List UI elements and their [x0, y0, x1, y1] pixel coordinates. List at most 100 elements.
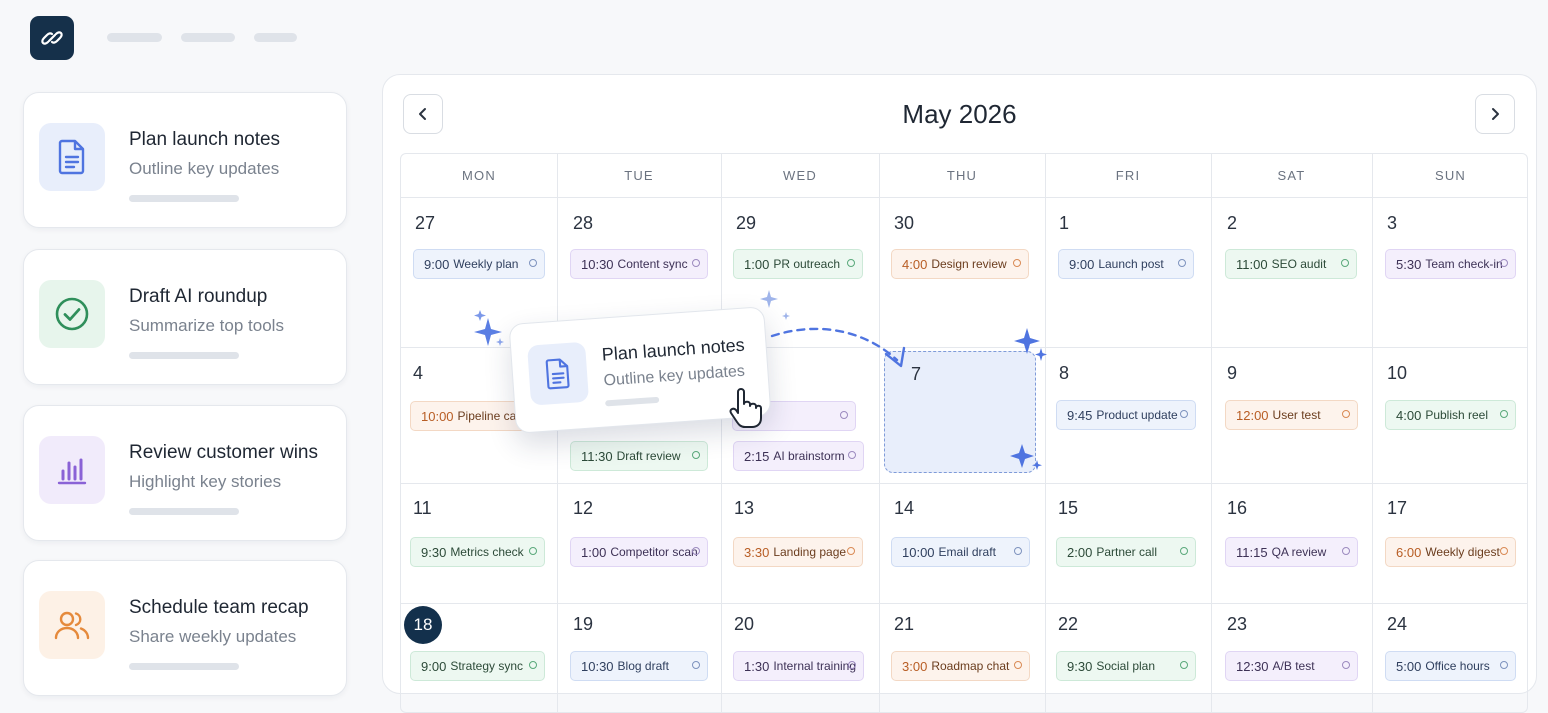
- event-chip[interactable]: 1:00 Competitor scan: [570, 537, 708, 567]
- nav-placeholder-1[interactable]: [107, 33, 162, 42]
- event-time: 10:30: [581, 658, 614, 674]
- dragged-task-card[interactable]: Plan launch notes Outline key updates: [508, 306, 772, 434]
- weekday-header: WED: [783, 168, 817, 183]
- event-chip[interactable]: 2:00 Partner call: [1056, 537, 1196, 567]
- event-title: User test: [1272, 408, 1321, 422]
- event-chip[interactable]: 1:00 PR outreach: [733, 249, 863, 279]
- event-chip[interactable]: 6:00 Weekly digest: [1385, 537, 1516, 567]
- event-chip[interactable]: 2:15 AI brainstorm: [733, 441, 864, 471]
- event-title: Office hours: [1425, 659, 1490, 673]
- event-chip[interactable]: 9:30 Metrics check: [410, 537, 545, 567]
- task-subtitle: Outline key updates: [129, 159, 280, 178]
- check-icon: [1180, 547, 1188, 555]
- event-chip[interactable]: 10:30 Blog draft: [570, 651, 708, 681]
- event-chip[interactable]: 11:00 SEO audit: [1225, 249, 1357, 279]
- document-icon: [1178, 259, 1186, 267]
- task-progress-placeholder: [129, 352, 239, 359]
- event-chip[interactable]: 1:30 Internal training: [733, 651, 864, 681]
- event-title: A/B test: [1272, 659, 1315, 673]
- drag-card-progress-placeholder: [605, 396, 660, 407]
- day-number[interactable]: 20: [734, 614, 754, 635]
- day-number[interactable]: 21: [894, 614, 914, 635]
- day-number[interactable]: 10: [1387, 363, 1407, 384]
- nav-placeholder-3[interactable]: [254, 33, 297, 42]
- nav-placeholder-2[interactable]: [181, 33, 235, 42]
- event-title: Metrics check: [450, 545, 524, 559]
- event-time: 1:30: [744, 658, 770, 674]
- event-chip[interactable]: 3:00 Roadmap chat: [891, 651, 1030, 681]
- day-number[interactable]: 19: [573, 614, 593, 635]
- day-number[interactable]: 12: [573, 498, 593, 519]
- event-chip[interactable]: 9:45 Product update: [1056, 400, 1196, 430]
- event-time: 11:00: [1236, 256, 1268, 272]
- day-number[interactable]: 11: [413, 498, 432, 519]
- event-title: Pipeline call: [457, 409, 522, 423]
- event-time: 6:00: [1396, 544, 1422, 560]
- check-circle-icon: [39, 280, 105, 348]
- day-number[interactable]: 17: [1387, 498, 1407, 519]
- event-chip[interactable]: 9:00 Strategy sync: [410, 651, 545, 681]
- event-title: Product update: [1096, 408, 1178, 422]
- event-chip[interactable]: 9:00 Launch post: [1058, 249, 1194, 279]
- day-number[interactable]: 1: [1059, 213, 1069, 234]
- day-number[interactable]: 27: [415, 213, 435, 234]
- day-number[interactable]: 23: [1227, 614, 1247, 635]
- event-title: Draft review: [616, 449, 681, 463]
- chat-icon: [1342, 547, 1350, 555]
- drag-card-title: Plan launch notes: [601, 334, 746, 365]
- chat-icon: [1014, 547, 1022, 555]
- event-chip[interactable]: 11:30 Draft review: [570, 441, 708, 471]
- day-number[interactable]: 16: [1227, 498, 1247, 519]
- day-number[interactable]: 2: [1227, 213, 1237, 234]
- event-chip[interactable]: 5:00 Office hours: [1385, 651, 1516, 681]
- day-number[interactable]: 30: [894, 213, 914, 234]
- check-icon: [847, 259, 855, 267]
- day-number[interactable]: 13: [734, 498, 754, 519]
- chat-icon: [840, 411, 848, 419]
- event-chip[interactable]: 10:30 Content sync: [570, 249, 708, 279]
- task-progress-placeholder: [129, 508, 239, 515]
- app-logo[interactable]: [30, 16, 74, 60]
- day-number[interactable]: 3: [1387, 213, 1397, 234]
- day-number[interactable]: 15: [1058, 498, 1078, 519]
- event-title: Weekly plan: [453, 257, 519, 271]
- event-time: 12:30: [1236, 658, 1269, 674]
- day-number[interactable]: 22: [1058, 614, 1078, 635]
- task-card-schedule-team-recap[interactable]: Schedule team recap Share weekly updates: [23, 560, 347, 696]
- day-number[interactable]: 8: [1059, 363, 1069, 384]
- event-time: 10:00: [902, 544, 935, 560]
- event-time: 5:30: [1396, 256, 1422, 272]
- task-card-review-customer-wins[interactable]: Review customer wins Highlight key stori…: [23, 405, 347, 541]
- day-number[interactable]: 9: [1227, 363, 1237, 384]
- event-time: 9:00: [1069, 256, 1095, 272]
- day-number[interactable]: 4: [413, 363, 423, 384]
- event-chip[interactable]: 12:00 User test: [1225, 400, 1358, 430]
- event-time: 4:00: [902, 256, 928, 272]
- day-number[interactable]: 28: [573, 213, 593, 234]
- event-title: Strategy sync: [450, 659, 524, 673]
- task-card-draft-ai-roundup[interactable]: Draft AI roundup Summarize top tools: [23, 249, 347, 385]
- event-chip[interactable]: 3:30 Landing page: [733, 537, 863, 567]
- day-number[interactable]: 29: [736, 213, 756, 234]
- event-chip[interactable]: 9:30 Social plan: [1056, 651, 1196, 681]
- day-number[interactable]: 14: [894, 498, 914, 519]
- drop-target-zone[interactable]: [884, 351, 1036, 473]
- today-day-number[interactable]: 18: [404, 606, 442, 644]
- chat-icon: [1180, 410, 1188, 418]
- weekday-header: TUE: [624, 168, 654, 183]
- event-chip[interactable]: 9:00 Weekly plan: [413, 249, 545, 279]
- event-chip[interactable]: 4:00 Design review: [891, 249, 1029, 279]
- task-card-plan-launch-notes[interactable]: Plan launch notes Outline key updates: [23, 92, 347, 228]
- event-chip[interactable]: 10:00 Email draft: [891, 537, 1030, 567]
- event-title: Social plan: [1096, 659, 1156, 673]
- event-chip[interactable]: 4:00 Publish reel: [1385, 400, 1516, 430]
- day-number[interactable]: 24: [1387, 614, 1407, 635]
- event-chip[interactable]: 5:30 Team check-in: [1385, 249, 1516, 279]
- event-title: Internal training: [773, 659, 857, 673]
- next-month-button[interactable]: [1475, 94, 1515, 134]
- chat-icon: [1342, 661, 1350, 669]
- event-chip[interactable]: 11:15 QA review: [1225, 537, 1358, 567]
- task-progress-placeholder: [129, 195, 239, 202]
- event-title: Launch post: [1098, 257, 1164, 271]
- event-chip[interactable]: 12:30 A/B test: [1225, 651, 1358, 681]
